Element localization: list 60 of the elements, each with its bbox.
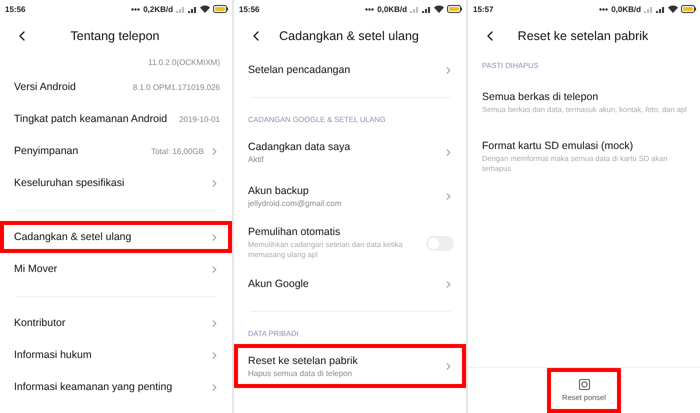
setting-label: Mi Mover bbox=[14, 263, 58, 275]
setting-label: Kontributor bbox=[14, 317, 66, 329]
item-title: Semua berkas di telepon bbox=[482, 90, 600, 103]
setting-subtitle: jellydroid.com@gmail.com bbox=[248, 198, 342, 208]
setting-value: Total: 16,00GB bbox=[151, 146, 204, 156]
setting-subtitle: Hapus semua data di telepon bbox=[248, 368, 354, 378]
signal-icon bbox=[188, 6, 197, 12]
settings-item[interactable]: Mi Mover bbox=[0, 253, 232, 285]
setting-label: Cadangkan data saya bbox=[248, 140, 352, 152]
item-title: Format kartu SD emulasi (mock) bbox=[482, 140, 634, 152]
setting-value: 8.1.0 OPM1.171019.026 bbox=[132, 82, 220, 92]
reset-icon bbox=[578, 379, 590, 390]
battery-icon bbox=[447, 5, 462, 13]
setting-label: Tingkat patch keamanan Android bbox=[14, 113, 168, 125]
wifi-icon bbox=[434, 5, 444, 13]
setting-label: Penyimpanan bbox=[14, 145, 80, 157]
setting-label: Akun backup bbox=[248, 184, 310, 196]
setting-label: Akun Google bbox=[248, 278, 310, 290]
settings-item[interactable]: Cadangkan data saya Aktif bbox=[234, 130, 466, 174]
battery-icon bbox=[681, 5, 696, 13]
settings-item[interactable]: Akun Google bbox=[234, 268, 466, 300]
screen-title: Reset ke setelan pabrik bbox=[516, 29, 650, 43]
settings-item[interactable]: Setelan pencadangan bbox=[234, 54, 466, 86]
signal-icon bbox=[422, 6, 431, 12]
dots-icon bbox=[131, 8, 140, 10]
setting-value: 2019-10-01 bbox=[179, 114, 220, 124]
dots-icon bbox=[599, 8, 608, 10]
setting-label: Cadangkan & setel ulang bbox=[14, 231, 132, 243]
setting-label: Informasi hukum bbox=[14, 349, 93, 361]
signal-icon bbox=[410, 6, 419, 12]
settings-item[interactable]: Keseluruhan spesifikasi bbox=[0, 167, 232, 199]
settings-item[interactable]: Cadangkan & setel ulang bbox=[0, 221, 232, 253]
settings-item[interactable]: Reset ke setelan pabrik Hapus semua data di telepon bbox=[234, 344, 466, 388]
signal-icon bbox=[176, 6, 185, 12]
setting-label: Versi Android bbox=[14, 81, 77, 93]
status-time: 15:57 bbox=[473, 4, 494, 14]
screen-title: Tentang telepon bbox=[70, 29, 160, 43]
setting-label: Informasi keamanan yang penting bbox=[14, 381, 174, 393]
signal-icon bbox=[656, 6, 665, 12]
battery-icon bbox=[213, 5, 228, 13]
network-speed: 0,0KB/d bbox=[377, 4, 407, 14]
setting-value: 11.0.2.0(OCKMIXM) bbox=[148, 58, 220, 67]
settings-item[interactable]: Akun backup jellydroid.com@gmail.com bbox=[234, 174, 466, 218]
settings-item[interactable]: Informasi keamanan yang penting bbox=[0, 371, 232, 403]
settings-item[interactable]: Kontributor bbox=[0, 307, 232, 339]
setting-subtitle: Aktif bbox=[248, 154, 265, 164]
setting-label: Pemulihan otomatis bbox=[248, 226, 342, 238]
setting-label: Keseluruhan spesifikasi bbox=[14, 177, 126, 189]
network-speed: 0,2KB/d bbox=[143, 4, 173, 14]
network-speed: 0,0KB/d bbox=[611, 4, 641, 14]
setting-label: Reset ke setelan pabrik bbox=[248, 354, 359, 366]
status-time: 15:56 bbox=[239, 4, 260, 14]
status-time: 15:56 bbox=[5, 4, 26, 14]
settings-item[interactable]: Informasi hukum bbox=[0, 339, 232, 371]
dots-icon bbox=[365, 8, 374, 10]
wifi-icon bbox=[200, 5, 210, 13]
signal-icon bbox=[644, 6, 653, 12]
screen-title: Cadangkan & setel ulang bbox=[278, 29, 420, 43]
setting-label: Setelan pencadangan bbox=[248, 64, 352, 76]
wifi-icon bbox=[668, 5, 678, 13]
